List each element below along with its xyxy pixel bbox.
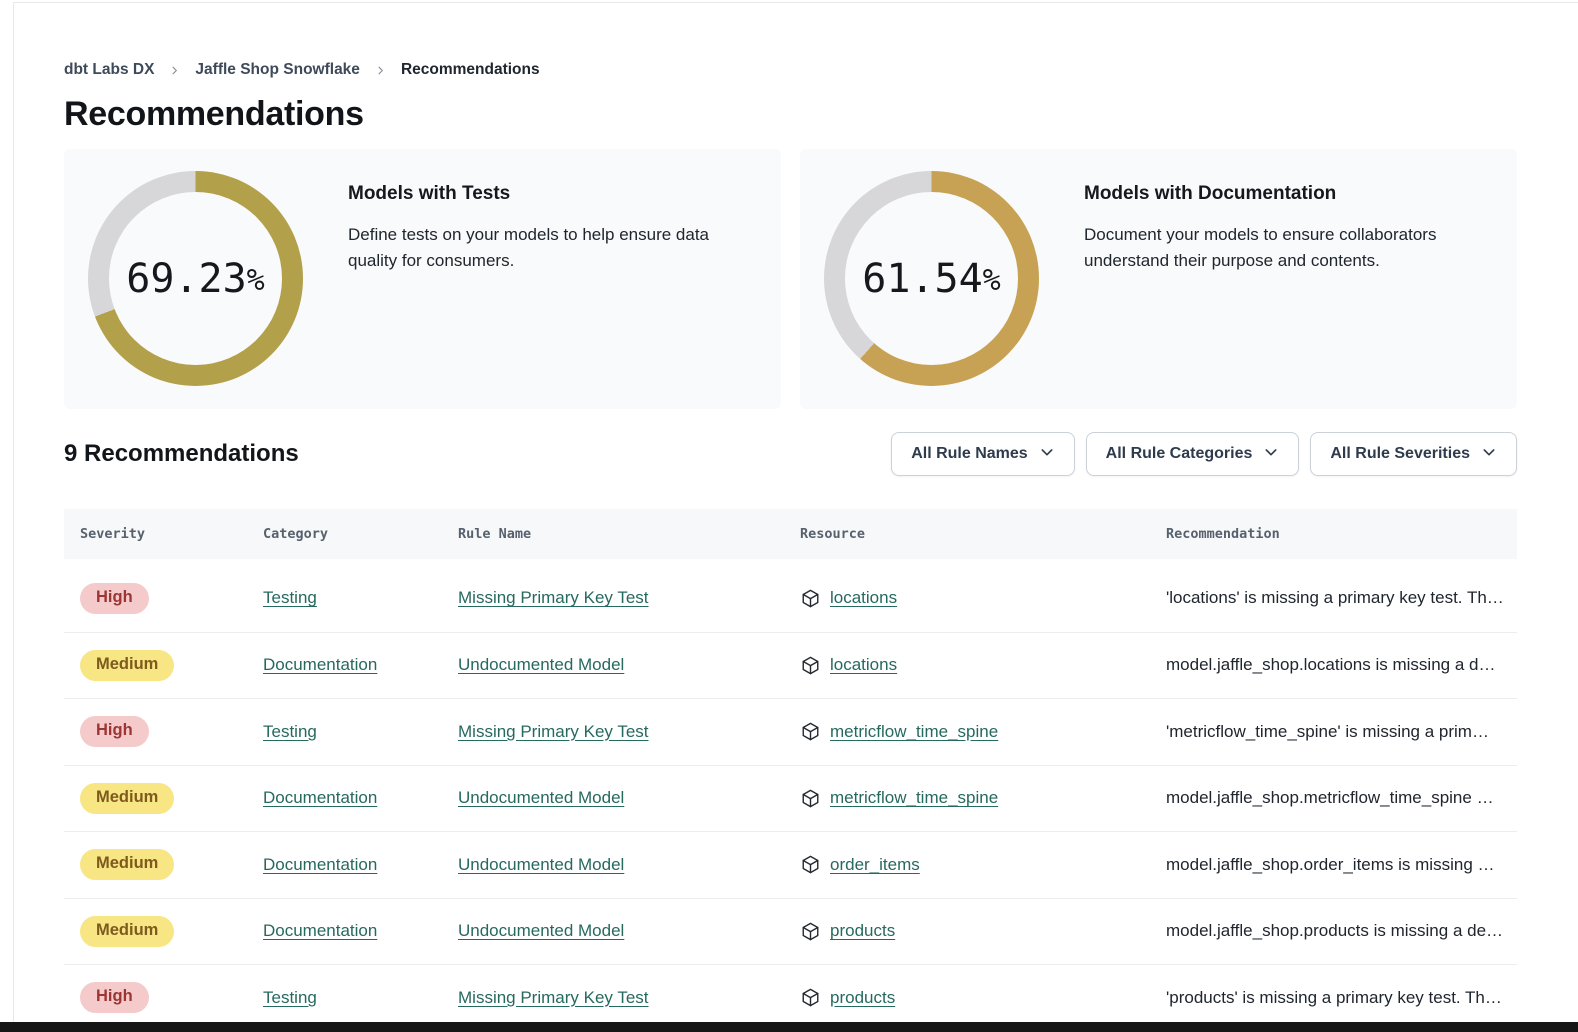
resource-link[interactable]: products: [830, 988, 895, 1008]
models-with-tests-card: 69.23% Models with Tests Define tests on…: [64, 149, 781, 409]
metric-cards: 69.23% Models with Tests Define tests on…: [64, 149, 1517, 409]
rule-names-filter[interactable]: All Rule Names: [891, 432, 1074, 476]
card-title: Models with Tests: [348, 183, 757, 205]
severity-badge: High: [80, 716, 149, 747]
tests-coverage-donut: 69.23%: [88, 171, 303, 386]
breadcrumb: dbt Labs DX Jaffle Shop Snowflake Recomm…: [64, 61, 1517, 79]
severity-badge: Medium: [80, 783, 174, 814]
resource-link[interactable]: locations: [830, 588, 897, 608]
card-title: Models with Documentation: [1084, 183, 1493, 205]
column-header-severity: Severity: [80, 526, 263, 542]
resource-link[interactable]: metricflow_time_spine: [830, 722, 998, 742]
resource-link[interactable]: locations: [830, 655, 897, 675]
severity-badge: High: [80, 583, 149, 614]
chevron-down-icon: [1039, 444, 1055, 465]
category-link[interactable]: Testing: [263, 588, 317, 607]
model-cube-icon: [800, 987, 821, 1008]
column-header-recommendation: Recommendation: [1166, 526, 1517, 542]
category-link[interactable]: Testing: [263, 988, 317, 1007]
rule-name-link[interactable]: Missing Primary Key Test: [458, 722, 649, 741]
category-link[interactable]: Testing: [263, 722, 317, 741]
breadcrumb-current: Recommendations: [401, 61, 540, 79]
chevron-right-icon: [375, 65, 386, 76]
recommendation-text: 'locations' is missing a primary key tes…: [1166, 588, 1517, 608]
rule-name-link[interactable]: Undocumented Model: [458, 788, 624, 807]
recommendation-text: model.jaffle_shop.locations is missing a…: [1166, 655, 1517, 675]
table-row: High Testing Missing Primary Key Test pr…: [64, 964, 1517, 1031]
recommendations-count: 9 Recommendations: [64, 440, 299, 468]
recommendation-text: 'metricflow_time_spine' is missing a pri…: [1166, 722, 1517, 742]
card-description: Document your models to ensure collabora…: [1084, 222, 1493, 275]
severity-badge: Medium: [80, 650, 174, 681]
model-cube-icon: [800, 721, 821, 742]
category-link[interactable]: Documentation: [263, 788, 377, 807]
rule-name-link[interactable]: Undocumented Model: [458, 855, 624, 874]
chevron-down-icon: [1263, 444, 1279, 465]
rule-name-link[interactable]: Missing Primary Key Test: [458, 588, 649, 607]
table-row: Medium Documentation Undocumented Model …: [64, 765, 1517, 832]
severity-badge: High: [80, 982, 149, 1013]
filter-bar: All Rule Names All Rule Categories All R…: [891, 432, 1517, 476]
table-row: High Testing Missing Primary Key Test me…: [64, 698, 1517, 765]
rule-name-link[interactable]: Undocumented Model: [458, 921, 624, 940]
rule-name-link[interactable]: Missing Primary Key Test: [458, 988, 649, 1007]
rule-categories-filter[interactable]: All Rule Categories: [1086, 432, 1300, 476]
rule-name-link[interactable]: Undocumented Model: [458, 655, 624, 674]
card-description: Define tests on your models to help ensu…: [348, 222, 757, 275]
table-row: Medium Documentation Undocumented Model …: [64, 632, 1517, 699]
rule-severities-filter[interactable]: All Rule Severities: [1310, 432, 1517, 476]
tests-coverage-value: 69.23%: [88, 171, 303, 386]
filter-label: All Rule Names: [911, 445, 1027, 463]
page-title: Recommendations: [64, 95, 1517, 134]
column-header-rule-name: Rule Name: [458, 526, 800, 542]
breadcrumb-project[interactable]: Jaffle Shop Snowflake: [195, 61, 360, 79]
table-row: Medium Documentation Undocumented Model …: [64, 898, 1517, 965]
model-cube-icon: [800, 788, 821, 809]
category-link[interactable]: Documentation: [263, 855, 377, 874]
recommendation-text: model.jaffle_shop.products is missing a …: [1166, 921, 1517, 941]
breadcrumb-account[interactable]: dbt Labs DX: [64, 61, 154, 79]
docs-coverage-donut: 61.54%: [824, 171, 1039, 386]
bottom-window-edge: [0, 1022, 1578, 1032]
resource-link[interactable]: metricflow_time_spine: [830, 788, 998, 808]
main-panel: dbt Labs DX Jaffle Shop Snowflake Recomm…: [13, 2, 1578, 1032]
filter-label: All Rule Severities: [1330, 445, 1470, 463]
models-with-documentation-card: 61.54% Models with Documentation Documen…: [800, 149, 1517, 409]
table-row: High Testing Missing Primary Key Test lo…: [64, 565, 1517, 632]
docs-coverage-value: 61.54%: [824, 171, 1039, 386]
model-cube-icon: [800, 921, 821, 942]
model-cube-icon: [800, 655, 821, 676]
recommendation-text: model.jaffle_shop.metricflow_time_spine …: [1166, 788, 1517, 808]
table-header: Severity Category Rule Name Resource Rec…: [64, 509, 1517, 559]
model-cube-icon: [800, 588, 821, 609]
resource-link[interactable]: products: [830, 921, 895, 941]
recommendation-text: 'products' is missing a primary key test…: [1166, 988, 1517, 1008]
filter-label: All Rule Categories: [1106, 445, 1253, 463]
category-link[interactable]: Documentation: [263, 921, 377, 940]
category-link[interactable]: Documentation: [263, 655, 377, 674]
model-cube-icon: [800, 854, 821, 875]
resource-link[interactable]: order_items: [830, 855, 920, 875]
recommendation-text: model.jaffle_shop.order_items is missing…: [1166, 855, 1517, 875]
chevron-down-icon: [1481, 444, 1497, 465]
recommendations-table: Severity Category Rule Name Resource Rec…: [64, 509, 1517, 1031]
table-row: Medium Documentation Undocumented Model …: [64, 831, 1517, 898]
column-header-category: Category: [263, 526, 458, 542]
chevron-right-icon: [169, 65, 180, 76]
column-header-resource: Resource: [800, 526, 1166, 542]
severity-badge: Medium: [80, 916, 174, 947]
severity-badge: Medium: [80, 849, 174, 880]
